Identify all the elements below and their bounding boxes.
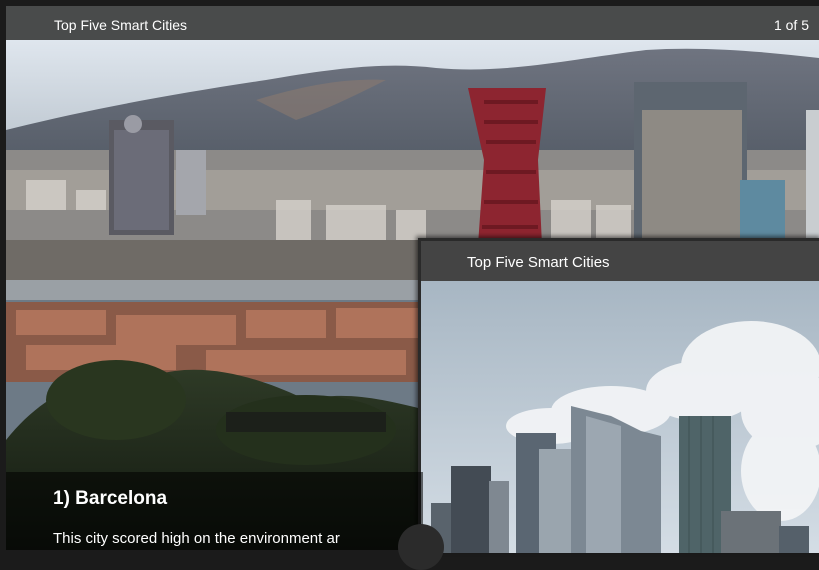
- slideshow-title-bar: Top Five Smart Cities 1 of 5: [6, 6, 819, 40]
- slide-caption: 1) Barcelona This city scored high on th…: [6, 472, 423, 550]
- mini-player-title: Top Five Smart Cities: [467, 254, 610, 271]
- slide-counter: 1 of 5: [773, 17, 809, 33]
- mini-player[interactable]: Top Five Smart Cities: [418, 238, 819, 553]
- slideshow-title: Top Five Smart Cities: [54, 17, 188, 33]
- slide-description: This city scored high on the environment…: [53, 530, 340, 547]
- skyline-photo: [421, 281, 819, 553]
- mini-player-title-bar: Top Five Smart Cities: [421, 241, 819, 281]
- mini-player-control-icon[interactable]: [398, 524, 444, 570]
- slide-heading: 1) Barcelona: [53, 488, 168, 509]
